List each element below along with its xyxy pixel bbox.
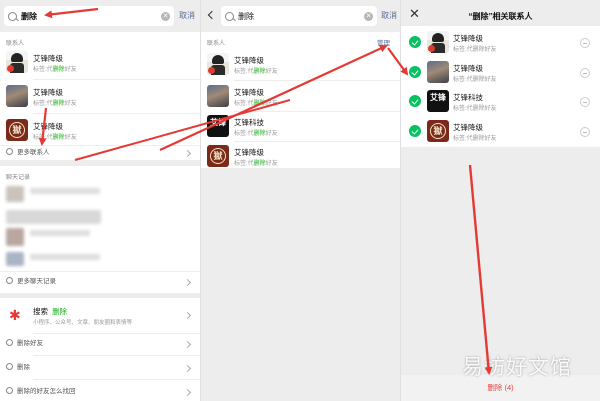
clear-icon[interactable]: ✕ xyxy=(364,11,373,21)
search-entry-title: 搜索 删除 xyxy=(33,307,68,316)
contact-row[interactable]: 艾锋降级 标签:代删除好友 xyxy=(0,48,200,78)
suggestion-item[interactable]: 删除 xyxy=(0,360,200,376)
clear-icon[interactable]: ✕ xyxy=(161,11,170,21)
manage-button[interactable]: 管理 xyxy=(377,37,390,47)
search-icon xyxy=(6,363,13,370)
selected-contacts-list: 艾锋降级 标签:代删除好友 艾锋降级 标签:代删除好友 艾锋 艾锋科技 标签:代… xyxy=(401,26,600,147)
contact-row[interactable]: 艾锋降级 标签:代删除好友 xyxy=(0,82,200,112)
contact-name: 艾锋降级 xyxy=(453,34,483,43)
contact-name: 艾锋科技 xyxy=(453,93,483,102)
check-circle-icon[interactable] xyxy=(409,36,421,48)
search-icon xyxy=(6,387,13,394)
search-bar[interactable]: 删除 ✕ xyxy=(221,6,377,26)
avatar: 獄 xyxy=(6,119,28,141)
check-circle-icon[interactable] xyxy=(409,66,421,78)
chevron-right-icon xyxy=(183,364,192,373)
minus-circle-icon[interactable] xyxy=(580,38,590,48)
more-contacts-panel: 删除 ✕ 取消 联系人 管理 艾锋降级 标签:代删除好友 艾锋降级 标签:代删除… xyxy=(200,0,400,401)
section-title-contacts: 联系人 xyxy=(207,41,226,47)
avatar: 艾锋 xyxy=(427,90,449,112)
search-icon xyxy=(225,11,234,21)
contacts-section: 联系人 管理 艾锋降级 标签:代删除好友 艾锋降级 标签:代删除好友 艾锋 艾锋… xyxy=(201,32,400,168)
contact-row[interactable]: 艾锋降级 标签:代删除好友 xyxy=(401,58,600,88)
contact-tag: 标签:代删除好友 xyxy=(33,101,77,107)
contact-name: 艾锋降级 xyxy=(234,56,264,65)
minus-circle-icon[interactable] xyxy=(580,127,590,137)
search-star-icon: ✱ xyxy=(9,307,21,323)
minus-circle-icon[interactable] xyxy=(580,68,590,78)
contact-name: 艾锋降级 xyxy=(234,88,264,97)
contact-row[interactable]: 艾锋 艾锋科技 标签:代删除好友 xyxy=(401,87,600,117)
contact-name: 艾锋降级 xyxy=(453,123,483,132)
back-chevron-icon[interactable] xyxy=(207,10,217,20)
avatar xyxy=(427,61,449,83)
search-icon xyxy=(6,277,13,284)
chevron-right-icon xyxy=(183,311,192,320)
minus-circle-icon[interactable] xyxy=(580,97,590,107)
avatar: 獄 xyxy=(427,120,449,142)
contact-tag: 标签:代删除好友 xyxy=(33,67,77,73)
chat-history-section: 聊天记录 更多聊天记录 xyxy=(0,166,200,293)
contact-row[interactable]: 獄 艾锋降级 标签:代删除好友 xyxy=(0,116,200,146)
avatar: 獄 xyxy=(207,145,229,167)
watermark: 易坊好文馆 xyxy=(462,355,572,379)
cancel-button[interactable]: 取消 xyxy=(179,10,195,21)
contact-row[interactable]: 艾锋降级 标签:代删除好友 xyxy=(201,50,400,80)
contact-tag: 标签:代删除好友 xyxy=(33,135,77,141)
contact-tag: 标签:代删除好友 xyxy=(453,77,497,83)
contact-tag: 标签:代删除好友 xyxy=(234,131,278,137)
search-icon xyxy=(8,11,17,21)
contact-name: 艾锋降级 xyxy=(33,122,63,131)
contact-tag: 标签:代删除好友 xyxy=(234,101,278,107)
avatar xyxy=(207,53,229,75)
search-input[interactable]: 删除 xyxy=(238,11,364,22)
search-bar[interactable]: 删除 ✕ xyxy=(4,6,174,26)
chevron-right-icon xyxy=(183,388,192,397)
avatar xyxy=(427,31,449,53)
check-circle-icon[interactable] xyxy=(409,125,421,137)
contact-row[interactable]: 艾锋降级 标签:代删除好友 xyxy=(201,82,400,112)
more-contacts-link[interactable]: 更多联系人 xyxy=(0,146,200,160)
contact-row[interactable]: 獄 艾锋降级 标签:代删除好友 xyxy=(201,142,400,172)
contact-tag: 标签:代删除好友 xyxy=(453,136,497,142)
contact-row[interactable]: 艾锋 艾锋科技 标签:代删除好友 xyxy=(201,112,400,142)
avatar xyxy=(6,51,28,73)
contacts-section: 联系人 艾锋降级 标签:代删除好友 艾锋降级 标签:代删除好友 獄 艾锋降级 标… xyxy=(0,32,200,160)
suggestion-item[interactable]: 删除好友 xyxy=(0,336,200,352)
contact-name: 艾锋降级 xyxy=(234,148,264,157)
search-icon xyxy=(6,148,13,155)
avatar xyxy=(207,85,229,107)
contact-tag: 标签:代删除好友 xyxy=(453,106,497,112)
contact-name: 艾锋降级 xyxy=(453,64,483,73)
contact-tag: 标签:代删除好友 xyxy=(453,47,497,53)
contact-row[interactable]: 獄 艾锋降级 标签:代删除好友 xyxy=(401,117,600,147)
chevron-right-icon xyxy=(183,149,192,158)
search-input[interactable]: 删除 xyxy=(21,11,161,22)
section-title-contacts: 联系人 xyxy=(6,41,25,47)
more-chat-history-link[interactable]: 更多聊天记录 xyxy=(0,275,200,289)
contact-tag: 标签:代删除好友 xyxy=(234,69,278,75)
search-suggestions-section: ✱ 搜索 删除 小程序、公众号、文章、朋友圈和表情等 删除好友 删除 删除的好友… xyxy=(0,298,200,401)
manage-contacts-panel: ✕ “删除”相关联系人 艾锋降级 标签:代删除好友 艾锋降级 标签:代删除好友 … xyxy=(400,0,600,401)
suggestion-item[interactable]: 删除的好友怎么找回 xyxy=(0,384,200,400)
page-title: “删除”相关联系人 xyxy=(468,12,533,21)
section-title-chats: 聊天记录 xyxy=(6,175,31,181)
contact-name: 艾锋科技 xyxy=(234,118,264,127)
search-results-panel: 删除 ✕ 取消 联系人 艾锋降级 标签:代删除好友 艾锋降级 标签:代删除好友 … xyxy=(0,0,200,401)
chevron-right-icon xyxy=(183,340,192,349)
contact-name: 艾锋降级 xyxy=(33,88,63,97)
check-circle-icon[interactable] xyxy=(409,95,421,107)
search-web-entry[interactable]: ✱ 搜索 删除 小程序、公众号、文章、朋友圈和表情等 xyxy=(0,298,200,333)
chevron-right-icon xyxy=(183,278,192,287)
contact-name: 艾锋降级 xyxy=(33,54,63,63)
avatar xyxy=(6,85,28,107)
search-entry-subtitle: 小程序、公众号、文章、朋友圈和表情等 xyxy=(33,320,133,326)
contact-row[interactable]: 艾锋降级 标签:代删除好友 xyxy=(401,28,600,58)
contact-tag: 标签:代删除好友 xyxy=(234,161,278,167)
cancel-button[interactable]: 取消 xyxy=(381,10,397,21)
avatar: 艾锋 xyxy=(207,115,229,137)
search-icon xyxy=(6,339,13,346)
